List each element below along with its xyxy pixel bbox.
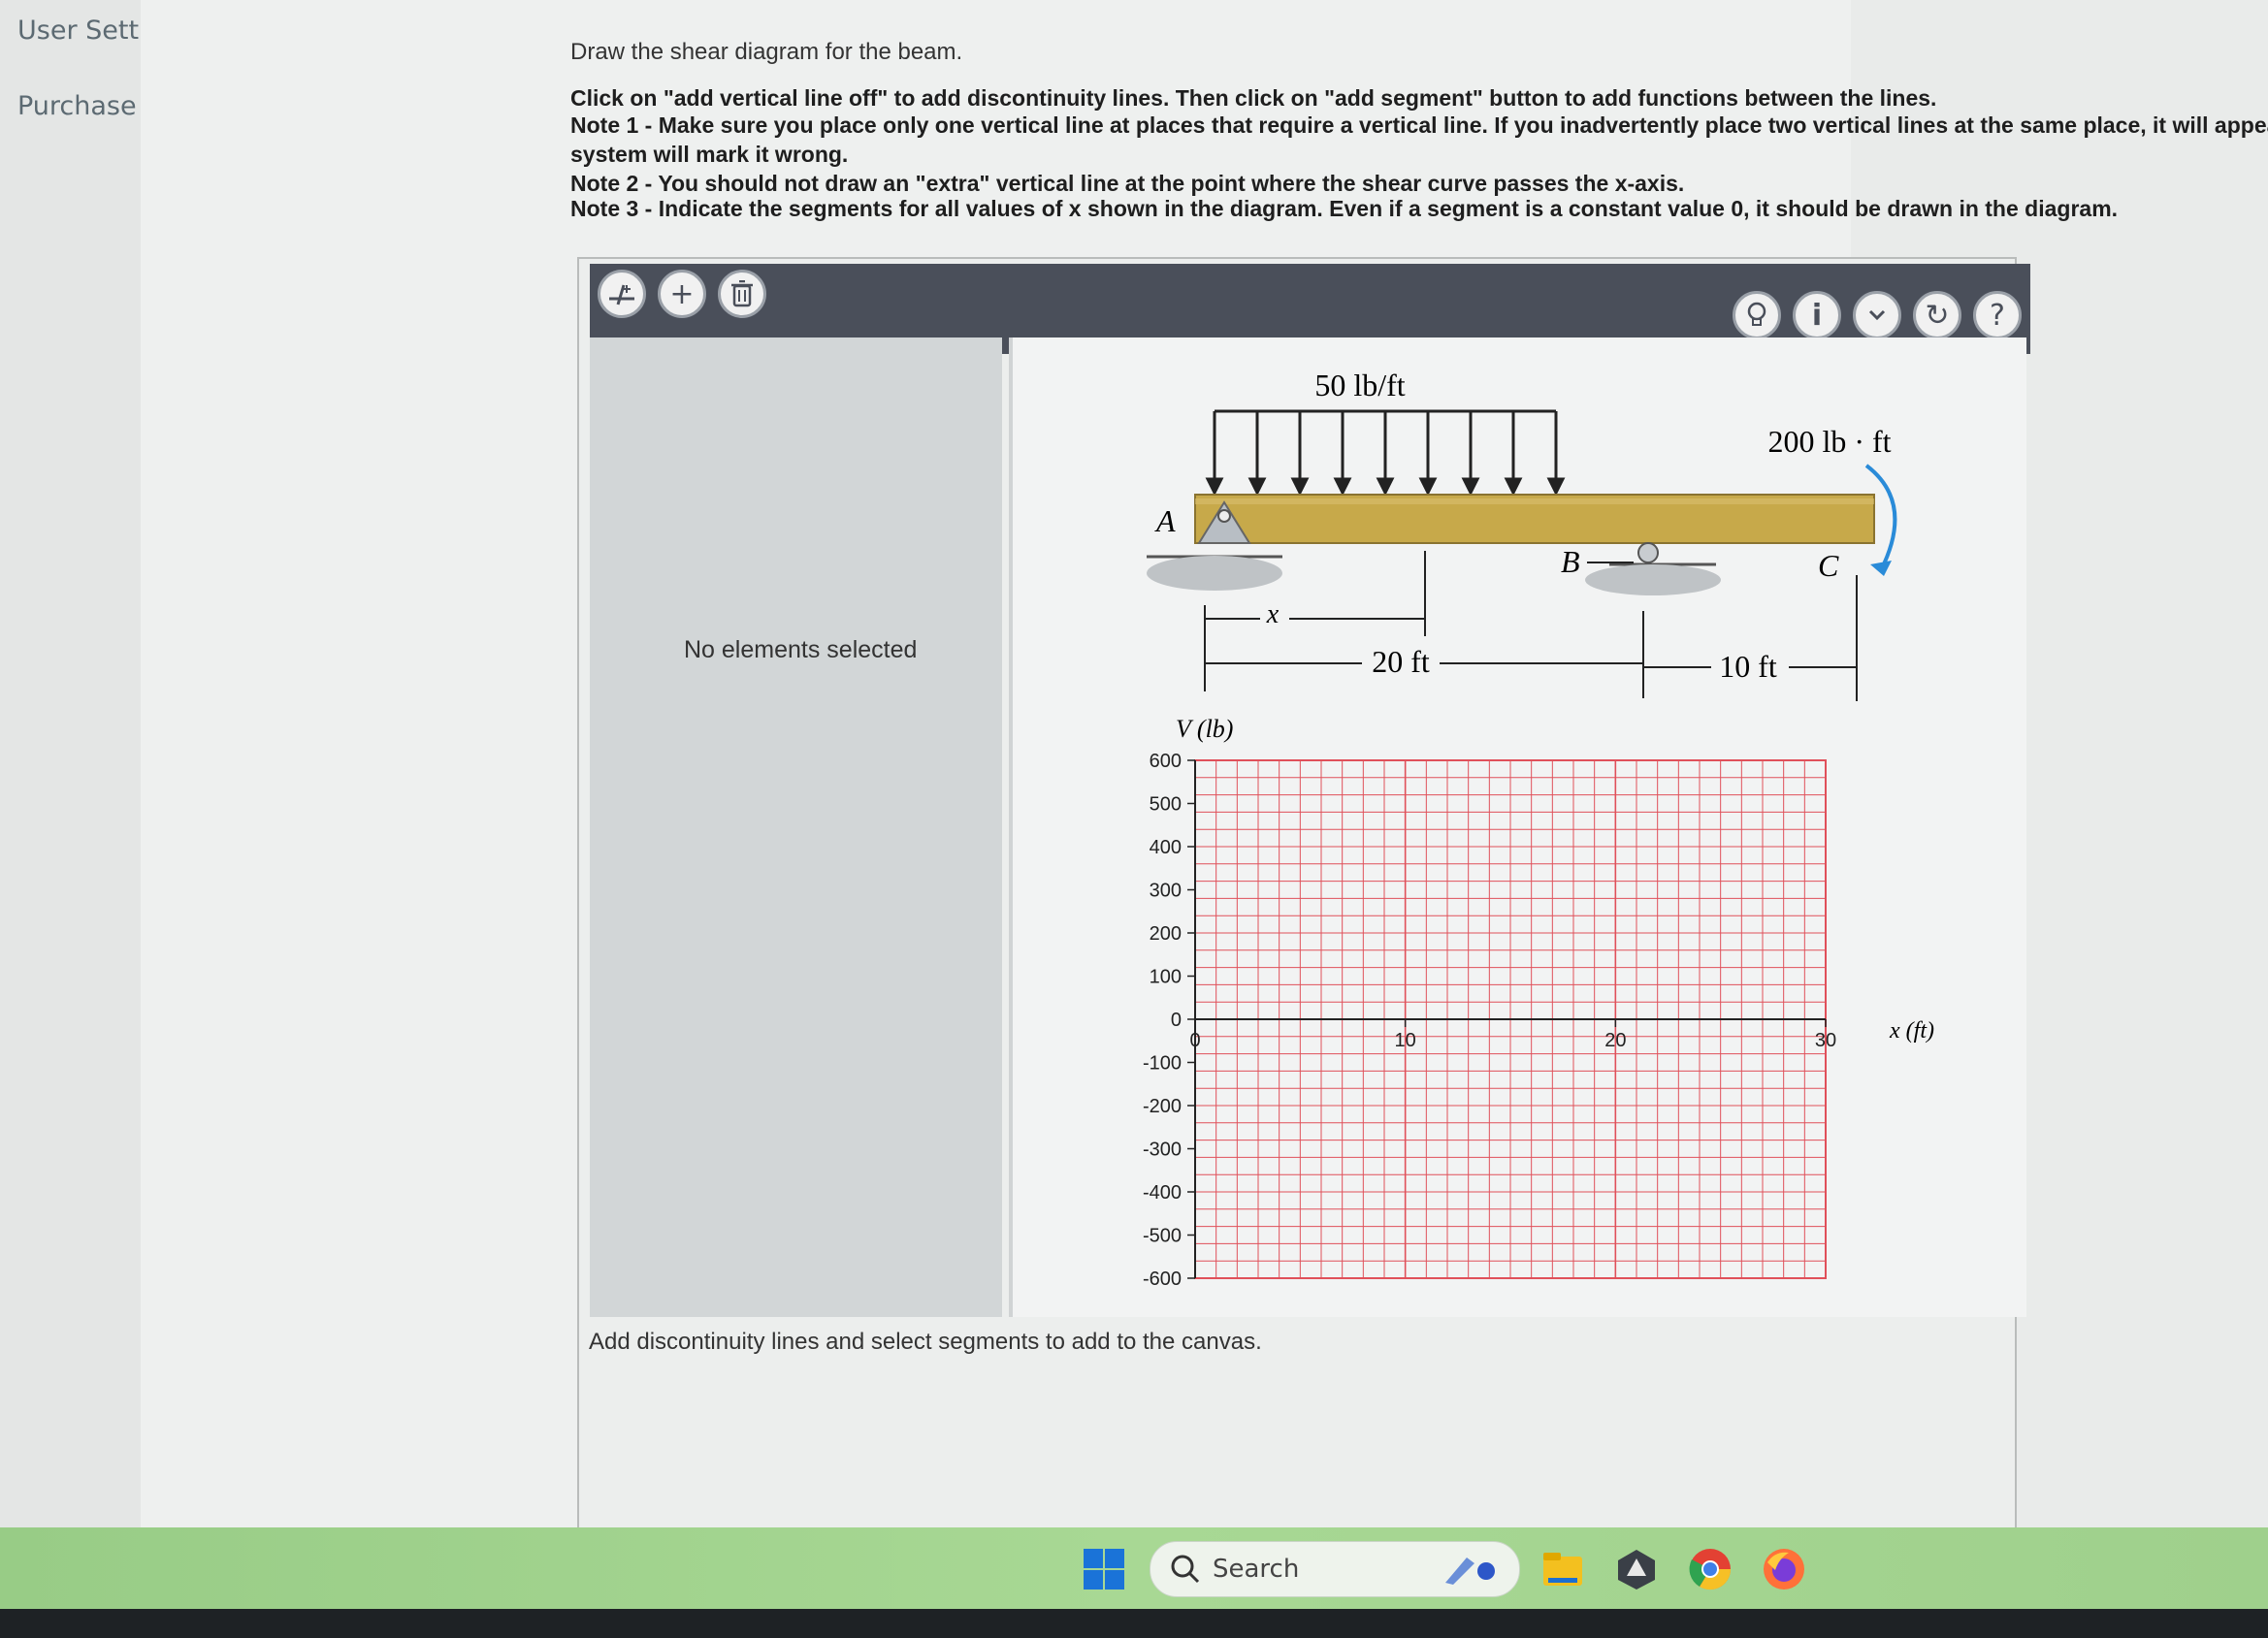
x-variable-label: x <box>1266 599 1280 629</box>
help-button[interactable]: ? <box>1973 291 2022 339</box>
y-tick-label: -300 <box>1143 1140 1182 1161</box>
search-placeholder: Search <box>1213 1555 1300 1584</box>
info-icon: i <box>1811 298 1823 333</box>
x-tick-label: 20 <box>1604 1030 1626 1051</box>
roller-support-b <box>1585 542 1721 595</box>
status-message: Add discontinuity lines and select segme… <box>589 1329 1262 1355</box>
y-tick-label: 500 <box>1150 794 1182 816</box>
taskbar-search[interactable]: Search <box>1150 1541 1520 1597</box>
load-arrowhead <box>1333 477 1352 497</box>
add-segment-button[interactable]: + <box>658 270 706 318</box>
y-tick-label: 200 <box>1150 923 1182 945</box>
y-tick-label: -600 <box>1143 1269 1182 1290</box>
distributed-load-arrows <box>1205 409 1566 497</box>
x-tick-label: 10 <box>1395 1030 1416 1051</box>
y-tick-label: 0 <box>1171 1010 1182 1031</box>
load-arrowhead <box>1247 477 1267 497</box>
load-arrowhead <box>1290 477 1310 497</box>
dimension-20ft-label: 20 ft <box>1372 644 1430 679</box>
help-icon: ? <box>1990 298 2005 333</box>
copilot-icon <box>1445 1558 1495 1585</box>
load-arrowhead <box>1504 477 1523 497</box>
reset-icon: ↻ <box>1925 298 1950 333</box>
screen-bezel <box>0 1609 2268 1638</box>
taskbar <box>0 1527 2268 1609</box>
question-title: Draw the shear diagram for the beam. <box>570 39 963 65</box>
hint-bulb-icon <box>1747 302 1766 326</box>
point-c-label: C <box>1818 548 1839 583</box>
search-icon <box>1171 1555 1200 1584</box>
add-vertical-line-icon <box>609 284 634 305</box>
load-arrowhead <box>1461 477 1480 497</box>
y-tick-label: -100 <box>1143 1053 1182 1075</box>
instruction-note-3: Note 3 - Indicate the segments for all v… <box>570 196 2119 221</box>
no-selection-text: No elements selected <box>684 636 918 663</box>
x-axis-label: x (ft) <box>1889 1018 1934 1044</box>
beam-highlight <box>1195 498 1874 504</box>
load-arrowhead <box>1205 477 1224 497</box>
add-vertical-line-button[interactable] <box>598 270 646 318</box>
y-axis-label: V (lb) <box>1176 715 1233 743</box>
instruction-note-2: Note 2 - You should not draw an "extra" … <box>570 171 1685 196</box>
y-tick-label: 100 <box>1150 967 1182 988</box>
y-tick-label: -200 <box>1143 1096 1182 1117</box>
info-button[interactable]: i <box>1793 291 1841 339</box>
properties-panel <box>590 337 1002 1317</box>
add-segment-icon: + <box>669 276 695 311</box>
windows-start-icon[interactable] <box>1082 1547 1126 1591</box>
drawing-canvas[interactable]: 50 lb/ft A B 200 lb · ft C x 20 ft 10 ft… <box>1009 337 2026 1317</box>
distributed-load-label: 50 lb/ft <box>1314 368 1405 402</box>
dropdown-button[interactable] <box>1853 291 1901 339</box>
chevron-down-icon <box>1868 309 1886 321</box>
chrome-icon[interactable] <box>1688 1547 1733 1591</box>
point-b-label: B <box>1561 544 1580 579</box>
load-arrowhead <box>1376 477 1395 497</box>
firefox-icon[interactable] <box>1762 1547 1806 1591</box>
y-tick-label: -500 <box>1143 1226 1182 1247</box>
point-a-label: A <box>1154 503 1176 538</box>
moment-label: 200 lb · ft <box>1767 424 1891 459</box>
hint-button[interactable] <box>1733 291 1781 339</box>
instruction-note-1: Note 1 - Make sure you place only one ve… <box>570 112 2268 138</box>
moment-arrowhead <box>1870 561 1892 576</box>
x-tick-label: 0 <box>1189 1030 1200 1051</box>
load-arrowhead <box>1418 477 1438 497</box>
x-tick-label: 30 <box>1815 1030 1836 1051</box>
y-tick-label: 300 <box>1150 881 1182 902</box>
app-icon[interactable] <box>1614 1547 1659 1591</box>
y-tick-label: -400 <box>1143 1182 1182 1204</box>
instruction-line-1: Click on "add vertical line off" to add … <box>570 85 1937 111</box>
dimension-10ft-label: 10 ft <box>1719 649 1777 684</box>
file-explorer-icon[interactable] <box>1540 1547 1585 1591</box>
beam-figure-and-chart: 50 lb/ft A B 200 lb · ft C x 20 ft 10 ft… <box>1143 368 1934 1290</box>
y-tick-label: 600 <box>1150 751 1182 772</box>
y-tick-label: 400 <box>1150 837 1182 858</box>
delete-button[interactable] <box>718 270 766 318</box>
reset-button[interactable]: ↻ <box>1913 291 1961 339</box>
trash-icon <box>731 280 753 307</box>
load-arrowhead <box>1546 477 1566 497</box>
instruction-note-1-cont: system will mark it wrong. <box>570 142 849 167</box>
